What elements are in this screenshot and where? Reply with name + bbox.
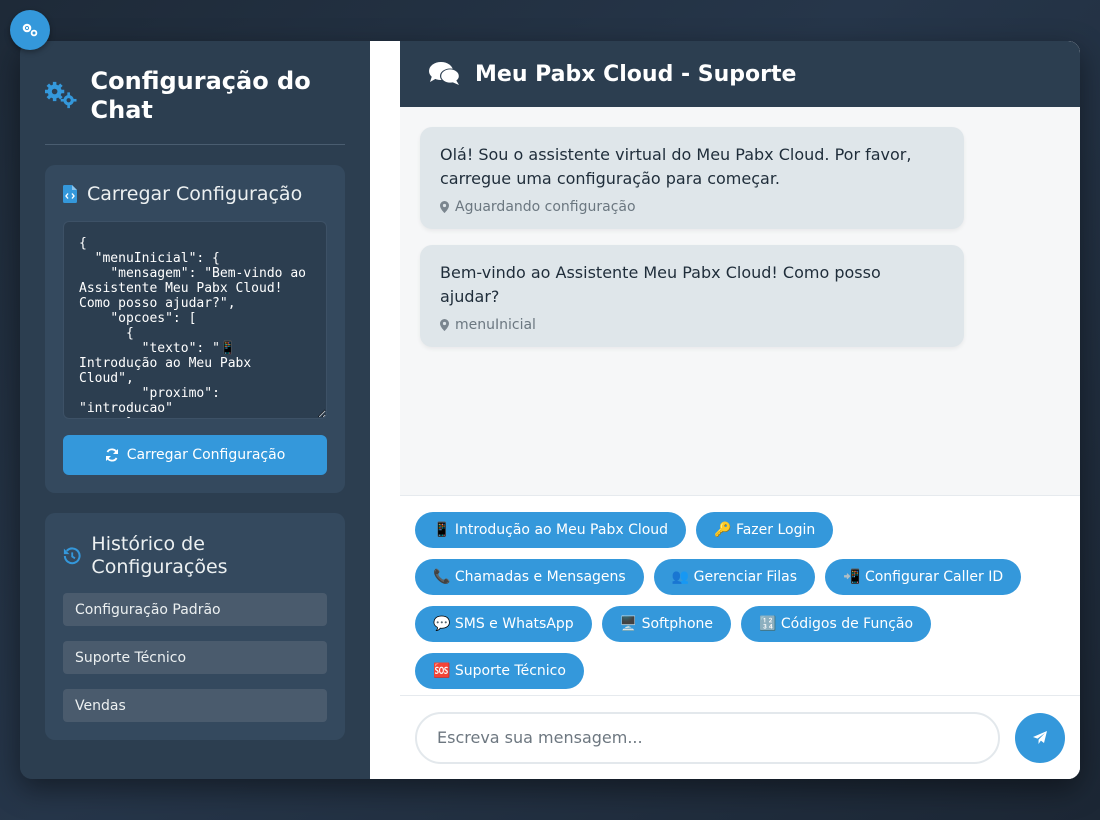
message-meta-label: menuInicial [455,317,536,333]
send-button[interactable] [1015,712,1065,763]
history-panel: Histórico de Configurações Configuração … [45,513,345,740]
option-introducao[interactable]: 📱 Introdução ao Meu Pabx Cloud [415,512,687,548]
option-softphone[interactable]: 🖥️ Softphone [601,606,732,642]
option-configurar-caller-id[interactable]: 📲 Configurar Caller ID [825,559,1022,595]
history-title: Histórico de Configurações [91,533,228,578]
paper-plane-icon [1033,730,1047,744]
history-item-vendas[interactable]: Vendas [63,689,327,722]
load-config-button-label: Carregar Configuração [126,447,286,463]
config-json-textarea[interactable]: { "menuInicial": { "mensagem": "Bem-vind… [63,221,327,419]
message-meta-label: Aguardando configuração [455,199,636,215]
chat-title: Meu Pabx Cloud - Suporte [475,61,797,87]
load-config-panel: Carregar Configuração { "menuInicial": {… [45,165,345,493]
refresh-icon [105,448,118,462]
quick-options: 📱 Introdução ao Meu Pabx Cloud 🔑 Fazer L… [400,495,1080,695]
bot-message: Olá! Sou o assistente virtual do Meu Pab… [420,127,964,229]
history-header: Histórico de Configurações [63,533,327,579]
message-text: Bem-vindo ao Assistente Meu Pabx Cloud! … [440,263,881,306]
chat-area: Meu Pabx Cloud - Suporte Olá! Sou o assi… [370,41,1080,779]
option-fazer-login[interactable]: 🔑 Fazer Login [696,512,834,548]
load-config-header: Carregar Configuração [63,183,327,205]
option-suporte-tecnico[interactable]: 🆘 Suporte Técnico [415,653,584,689]
message-meta: Aguardando configuração [440,199,944,215]
map-marker-icon [440,201,449,213]
gears-icon [45,81,77,109]
chat-header: Meu Pabx Cloud - Suporte [400,41,1080,107]
option-sms-whatsapp[interactable]: 💬 SMS e WhatsApp [415,606,592,642]
sidebar-header: Configuração do Chat [45,67,345,145]
message-input-bar [400,695,1080,779]
history-icon [63,547,81,565]
map-marker-icon [440,319,449,331]
app-window: Configuração do Chat Carregar Configuraç… [20,41,1080,779]
message-text: Olá! Sou o assistente virtual do Meu Pab… [440,145,912,188]
load-config-title: Carregar Configuração [87,183,303,205]
option-codigos-funcao[interactable]: 🔢 Códigos de Função [741,606,932,642]
option-gerenciar-filas[interactable]: 👥 Gerenciar Filas [653,559,816,595]
sidebar-title: Configuração do Chat [90,67,311,124]
settings-fab-button[interactable] [10,10,50,50]
history-item-configuracao-padrao[interactable]: Configuração Padrão [63,593,327,626]
message-input[interactable] [415,711,1000,764]
gears-icon [22,23,38,37]
message-meta: menuInicial [440,317,944,333]
option-chamadas-mensagens[interactable]: 📞 Chamadas e Mensagens [415,559,644,595]
history-item-suporte-tecnico[interactable]: Suporte Técnico [63,641,327,674]
message-list: Olá! Sou o assistente virtual do Meu Pab… [400,107,1080,495]
comments-icon [429,62,460,85]
load-config-button[interactable]: Carregar Configuração [63,435,327,475]
sidebar: Configuração do Chat Carregar Configuraç… [20,41,370,779]
file-code-icon [63,185,77,203]
bot-message: Bem-vindo ao Assistente Meu Pabx Cloud! … [420,245,964,347]
